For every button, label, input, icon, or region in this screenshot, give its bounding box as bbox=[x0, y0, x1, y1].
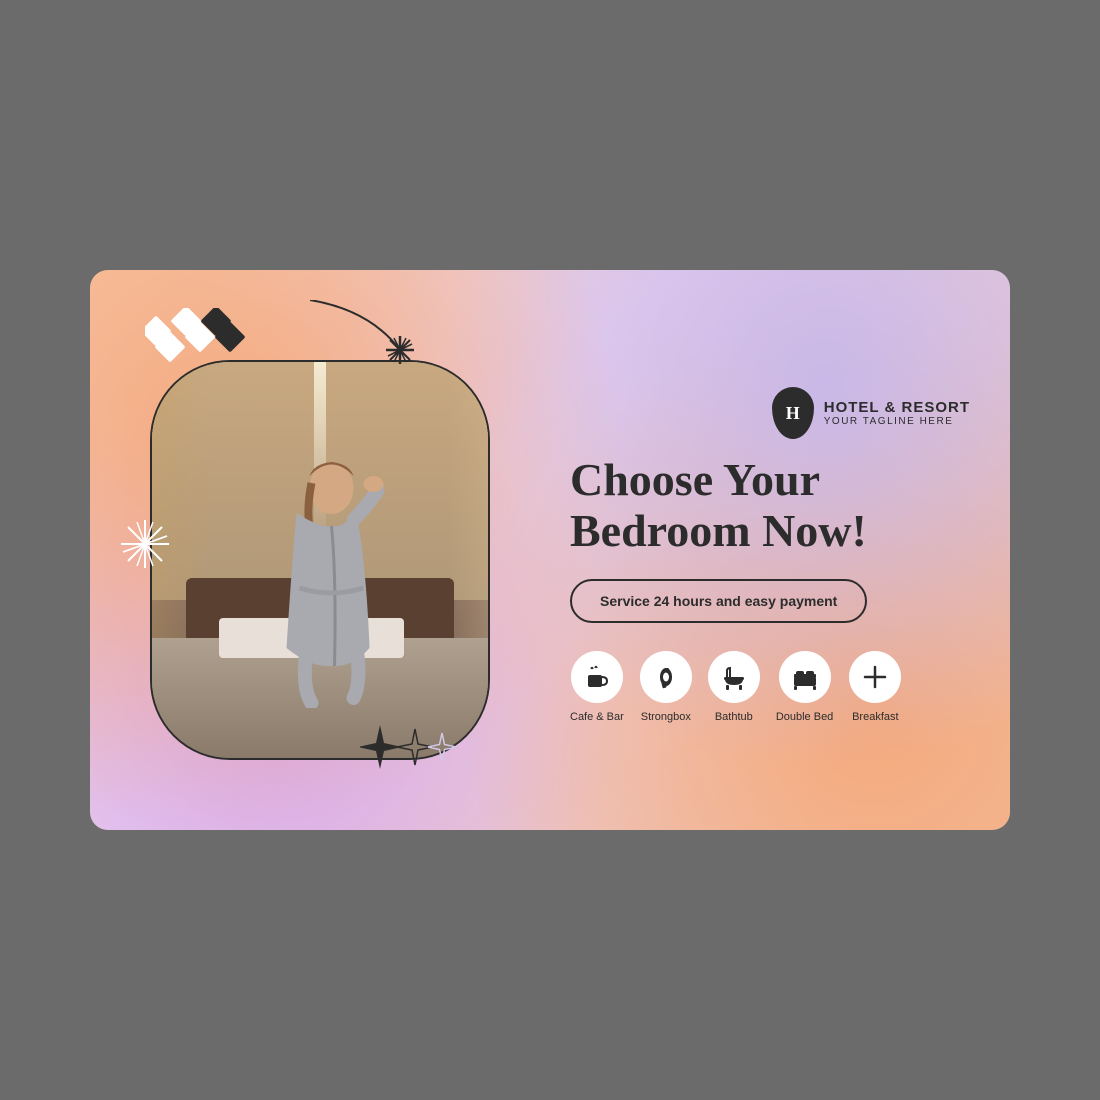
main-heading: Choose Your Bedroom Now! bbox=[570, 455, 867, 556]
breakfast-icon-circle bbox=[849, 651, 901, 703]
service-button[interactable]: Service 24 hours and easy payment bbox=[570, 579, 867, 623]
white-star-decoration bbox=[118, 517, 173, 583]
bathtub-icon-circle bbox=[708, 651, 760, 703]
double-bed-icon-circle bbox=[779, 651, 831, 703]
logo-title: HOTEL & RESORT bbox=[824, 399, 970, 416]
breakfast-label: Breakfast bbox=[852, 711, 898, 723]
cafe-icon-circle bbox=[571, 651, 623, 703]
hotel-room-photo bbox=[150, 360, 490, 760]
logo-letter: H bbox=[786, 403, 800, 424]
cafe-icon bbox=[583, 663, 611, 691]
amenity-double-bed: Double Bed bbox=[776, 651, 834, 723]
bathtub-label: Bathtub bbox=[715, 711, 753, 723]
strongbox-label: Strongbox bbox=[641, 711, 691, 723]
bathtub-icon bbox=[720, 663, 748, 691]
amenity-breakfast: Breakfast bbox=[849, 651, 901, 723]
breakfast-icon bbox=[861, 663, 889, 691]
right-panel: H HOTEL & RESORT YOUR TAGLINE HERE Choos… bbox=[550, 270, 1010, 830]
amenity-cafe: Cafe & Bar bbox=[570, 651, 624, 723]
double-bed-icon bbox=[791, 663, 819, 691]
hotel-logo: H HOTEL & RESORT YOUR TAGLINE HERE bbox=[772, 387, 970, 439]
double-bed-label: Double Bed bbox=[776, 711, 834, 723]
heading-line2: Bedroom Now! bbox=[570, 505, 867, 556]
amenity-strongbox: Strongbox bbox=[640, 651, 692, 723]
logo-text: HOTEL & RESORT YOUR TAGLINE HERE bbox=[824, 399, 970, 427]
hotel-card: H HOTEL & RESORT YOUR TAGLINE HERE Choos… bbox=[90, 270, 1010, 830]
curve-decoration bbox=[310, 300, 430, 385]
cafe-label: Cafe & Bar bbox=[570, 711, 624, 723]
strongbox-icon-circle bbox=[640, 651, 692, 703]
amenity-bathtub: Bathtub bbox=[708, 651, 760, 723]
diamonds-decoration bbox=[145, 308, 275, 363]
strongbox-icon bbox=[652, 663, 680, 691]
left-panel bbox=[90, 270, 550, 830]
sparkles-decoration bbox=[360, 720, 460, 775]
heading-line1: Choose Your bbox=[570, 454, 820, 505]
logo-icon: H bbox=[772, 387, 814, 439]
logo-tagline: YOUR TAGLINE HERE bbox=[824, 416, 970, 427]
amenities-row: Cafe & Bar Strongbox bbox=[570, 651, 901, 723]
